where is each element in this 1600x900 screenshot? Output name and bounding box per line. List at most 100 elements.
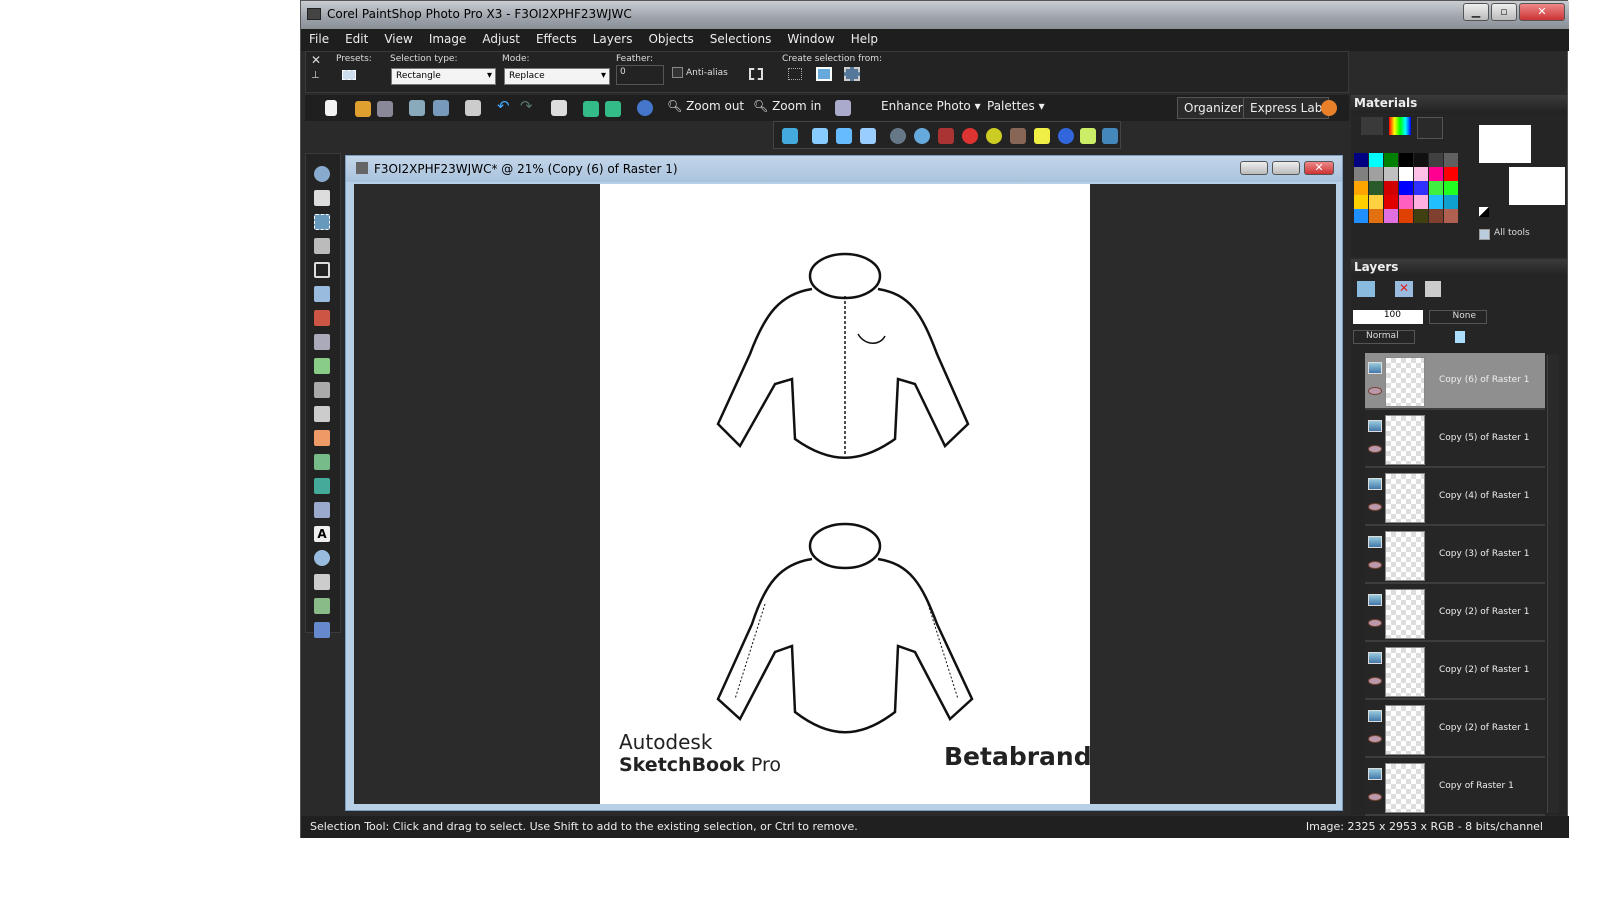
color-swatch[interactable]: [1399, 181, 1413, 195]
color-swatch[interactable]: [1384, 181, 1398, 195]
presets-dropdown[interactable]: [342, 70, 356, 80]
fx-square2-icon[interactable]: [836, 128, 852, 144]
fx-sphere-icon[interactable]: [890, 128, 906, 144]
pin-icon[interactable]: ⊥: [311, 70, 320, 81]
color-swatch[interactable]: [1384, 195, 1398, 209]
rotate-left-icon[interactable]: [583, 101, 599, 117]
crop-tool-icon[interactable]: [314, 262, 330, 278]
delete-layer-icon[interactable]: ✕: [1395, 281, 1413, 297]
minimize-button[interactable]: ▁: [1463, 3, 1489, 21]
visibility-eye-icon[interactable]: [1368, 619, 1382, 627]
layer-row[interactable]: Copy (2) of Raster 1: [1365, 643, 1545, 700]
new-layer-icon[interactable]: [1357, 281, 1375, 297]
color-swatch[interactable]: [1369, 153, 1383, 167]
color-swatch[interactable]: [1384, 167, 1398, 181]
color-swatch[interactable]: [1384, 209, 1398, 223]
mask-select[interactable]: None: [1429, 310, 1487, 324]
doc-close-button[interactable]: ✕: [1304, 161, 1334, 175]
selection-tool-icon[interactable]: [314, 214, 330, 230]
background-color[interactable]: [1509, 167, 1565, 205]
print-icon[interactable]: [465, 100, 481, 116]
fx-square3-icon[interactable]: [860, 128, 876, 144]
color-swatch[interactable]: [1429, 181, 1443, 195]
color-swatch[interactable]: [1429, 167, 1443, 181]
image[interactable]: Autodesk SketchBook Pro Betabrand: [600, 184, 1092, 804]
dropper-tool-icon[interactable]: [314, 238, 330, 254]
pick-tool-icon[interactable]: [314, 190, 330, 206]
redo-icon[interactable]: ↷: [520, 97, 533, 115]
color-swatch[interactable]: [1354, 181, 1368, 195]
close-icon[interactable]: ✕: [311, 53, 321, 67]
save-icon[interactable]: [409, 100, 425, 116]
color-swatch[interactable]: [1354, 153, 1368, 167]
doc-minimize-button[interactable]: [1240, 161, 1268, 175]
menu-image[interactable]: Image: [421, 29, 475, 46]
foreground-color[interactable]: [1479, 125, 1531, 163]
visibility-eye-icon[interactable]: [1368, 793, 1382, 801]
color-swatch[interactable]: [1384, 153, 1398, 167]
mode-select[interactable]: Replace: [504, 68, 610, 85]
menu-effects[interactable]: Effects: [528, 29, 585, 46]
color-swatch[interactable]: [1354, 167, 1368, 181]
color-swatch[interactable]: [1354, 195, 1368, 209]
selection-from-layer-icon[interactable]: [816, 67, 832, 81]
visibility-eye-icon[interactable]: [1368, 503, 1382, 511]
doc-maximize-button[interactable]: [1272, 161, 1300, 175]
fx-sun-icon[interactable]: [1080, 128, 1096, 144]
zoom-in-button[interactable]: 🔍︎ Zoom in: [753, 99, 821, 113]
color-swatch[interactable]: [1444, 181, 1458, 195]
color-swatch[interactable]: [1414, 153, 1428, 167]
reset-colors-icon[interactable]: [1479, 207, 1489, 217]
visibility-eye-icon[interactable]: [1368, 561, 1382, 569]
close-button[interactable]: ✕: [1519, 3, 1565, 21]
layer-properties-icon[interactable]: [1425, 281, 1441, 297]
antialias-checkbox[interactable]: [672, 67, 683, 78]
opacity-slider[interactable]: 100: [1353, 310, 1423, 324]
straighten-tool-icon[interactable]: [314, 286, 330, 302]
canvas-area[interactable]: Autodesk SketchBook Pro Betabrand: [354, 184, 1336, 804]
menu-window[interactable]: Window: [779, 29, 842, 46]
layer-row[interactable]: Copy (2) of Raster 1: [1365, 585, 1545, 642]
visibility-eye-icon[interactable]: [1368, 735, 1382, 743]
layer-row[interactable]: Copy (6) of Raster 1: [1365, 353, 1545, 410]
layer-row[interactable]: Copy (4) of Raster 1: [1365, 469, 1545, 526]
rainbow-tab-icon[interactable]: [1389, 117, 1411, 135]
lock-icon[interactable]: [1455, 331, 1465, 343]
color-swatch[interactable]: [1444, 209, 1458, 223]
art-media-icon[interactable]: [314, 454, 330, 470]
flood-fill-icon[interactable]: [314, 478, 330, 494]
pen-tool-icon[interactable]: [314, 574, 330, 590]
layer-row[interactable]: Copy (2) of Raster 1: [1365, 701, 1545, 758]
menu-selections[interactable]: Selections: [702, 29, 780, 46]
menu-view[interactable]: View: [376, 29, 420, 46]
layer-row[interactable]: Copy (5) of Raster 1: [1365, 411, 1545, 468]
selection-type-select[interactable]: Rectangle: [391, 68, 496, 85]
color-swatch[interactable]: [1399, 195, 1413, 209]
fx-swirl-icon[interactable]: [1102, 128, 1118, 144]
color-swatch[interactable]: [1414, 209, 1428, 223]
fx-star-icon[interactable]: [1034, 128, 1050, 144]
color-swatch[interactable]: [1369, 195, 1383, 209]
mesh-tool-icon[interactable]: [314, 622, 330, 638]
warp-tool-icon[interactable]: [314, 598, 330, 614]
eraser-icon[interactable]: [314, 502, 330, 518]
shape-tool-icon[interactable]: [314, 550, 330, 566]
color-swatch[interactable]: [1354, 209, 1368, 223]
color-swatch[interactable]: [1444, 167, 1458, 181]
color-swatch[interactable]: [1399, 167, 1413, 181]
color-swatch[interactable]: [1369, 167, 1383, 181]
layers-scrollbar[interactable]: [1547, 355, 1559, 813]
fx-brush-icon[interactable]: [938, 128, 954, 144]
info-icon[interactable]: [637, 100, 653, 116]
visibility-eye-icon[interactable]: [1368, 677, 1382, 685]
fx-bubble-icon[interactable]: [914, 128, 930, 144]
all-tools-checkbox[interactable]: [1479, 229, 1490, 240]
menu-objects[interactable]: Objects: [640, 29, 701, 46]
fx-square-icon[interactable]: [812, 128, 828, 144]
script-icon[interactable]: [782, 128, 798, 144]
selection-from-area-icon[interactable]: [788, 68, 802, 80]
color-swatch[interactable]: [1429, 195, 1443, 209]
visibility-eye-icon[interactable]: [1368, 387, 1382, 395]
text-tool-icon[interactable]: A: [314, 526, 330, 542]
red-eye-tool-icon[interactable]: [314, 310, 330, 326]
